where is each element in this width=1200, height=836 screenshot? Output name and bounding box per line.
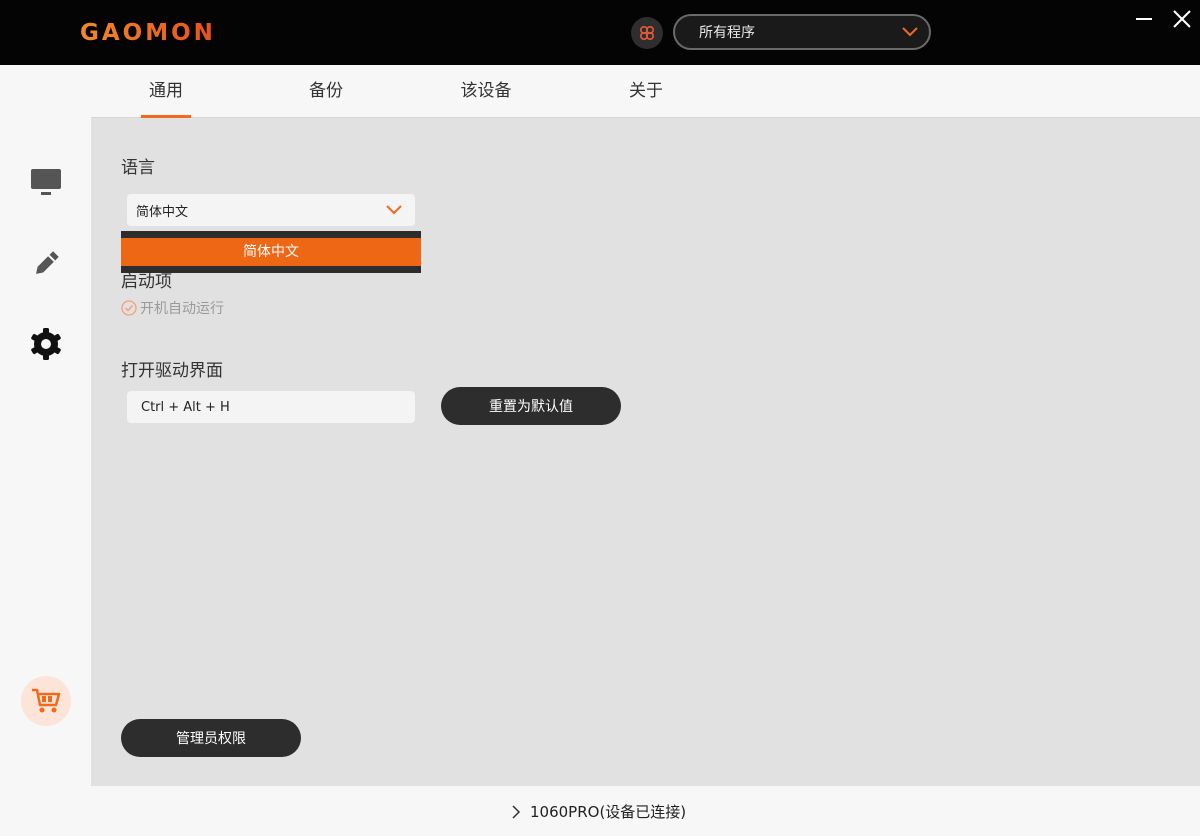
language-dropdown-menu: 简体中文 (121, 231, 421, 273)
autostart-checkbox-label: 开机自动运行 (140, 301, 224, 317)
language-select-value: 简体中文 (136, 204, 189, 220)
logo-text: GAOMON (80, 20, 216, 45)
program-select-value: 所有程序 (699, 25, 755, 41)
language-select[interactable]: 简体中文 (127, 194, 415, 226)
chevron-down-icon (902, 27, 918, 37)
sidebar-item-display[interactable] (24, 160, 68, 204)
program-select[interactable]: 所有程序 (673, 14, 931, 50)
open-driver-label: 打开驱动界面 (121, 361, 223, 381)
language-label: 语言 (121, 158, 155, 178)
check-circle-icon (121, 300, 137, 316)
shop-button[interactable] (21, 676, 71, 726)
device-status-text: 1060PRO(设备已连接) (530, 803, 687, 821)
tab-bar: 通用 备份 该设备 关于 (91, 65, 1200, 118)
title-bar: GAOMON 所有程序 (0, 0, 1200, 65)
device-status[interactable]: 1060PRO(设备已连接) (511, 801, 686, 822)
tab-about[interactable]: 关于 (591, 65, 701, 118)
close-icon[interactable] (1172, 9, 1192, 29)
tab-device[interactable]: 该设备 (431, 65, 541, 118)
monitor-icon (31, 169, 61, 195)
sidebar-item-pen[interactable] (24, 242, 68, 286)
app-icon-button[interactable] (631, 17, 663, 49)
shortcut-field[interactable]: Ctrl + Alt + H (127, 391, 415, 423)
cart-icon (32, 688, 61, 713)
gear-icon (31, 328, 61, 360)
pen-icon (36, 251, 59, 274)
tab-general[interactable]: 通用 (111, 65, 221, 118)
chevron-down-icon (386, 205, 402, 215)
autostart-checkbox[interactable]: 开机自动运行 (121, 298, 224, 318)
sidebar-item-settings[interactable] (24, 322, 68, 366)
settings-panel: 语言 简体中文 启动项 简体中文 开机自动运行 打开驱动界面 Ctrl + Al… (91, 118, 1200, 786)
gaomon-logo: GAOMON (80, 20, 216, 45)
admin-rights-button[interactable]: 管理员权限 (121, 719, 301, 757)
reset-default-button[interactable]: 重置为默认值 (441, 387, 621, 425)
minimize-icon[interactable] (1135, 9, 1153, 27)
sidebar (0, 65, 91, 836)
language-option[interactable]: 简体中文 (121, 238, 421, 266)
chevron-right-icon (512, 804, 521, 819)
shortcut-value: Ctrl + Alt + H (141, 399, 230, 415)
app-logo-icon (639, 25, 655, 41)
status-bar: 1060PRO(设备已连接) (91, 786, 1200, 836)
tab-backup[interactable]: 备份 (271, 65, 381, 118)
